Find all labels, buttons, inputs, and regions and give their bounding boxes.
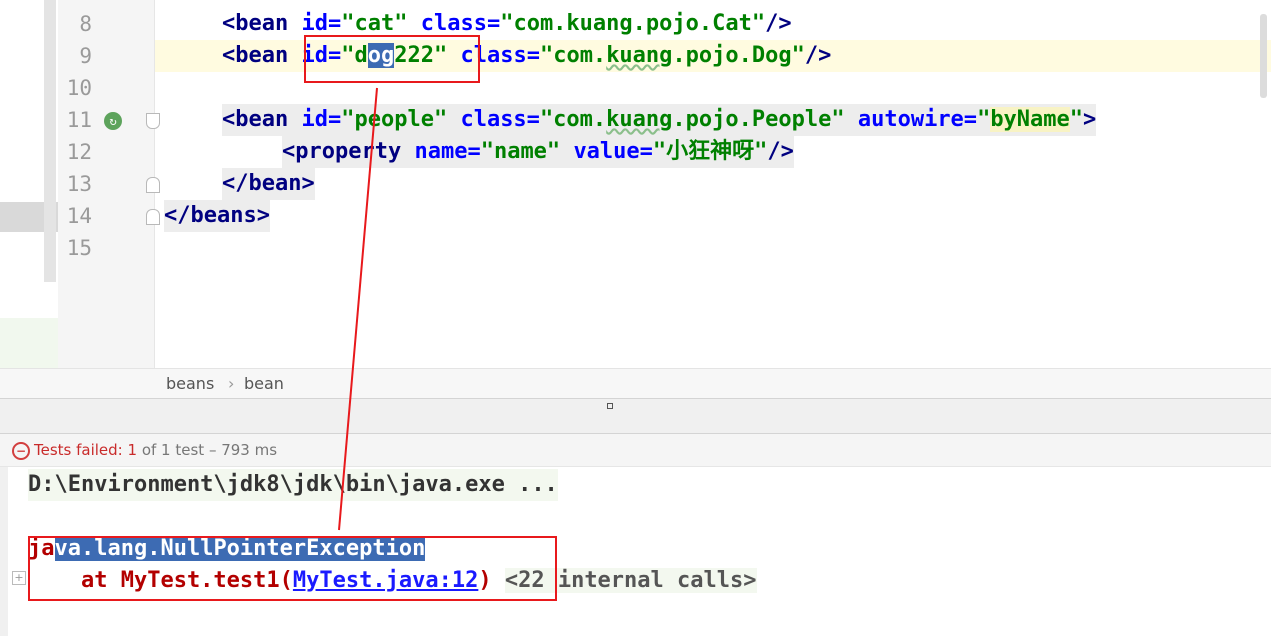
annotation-arrow [338, 87, 378, 531]
annotation-connector-line [338, 87, 378, 531]
